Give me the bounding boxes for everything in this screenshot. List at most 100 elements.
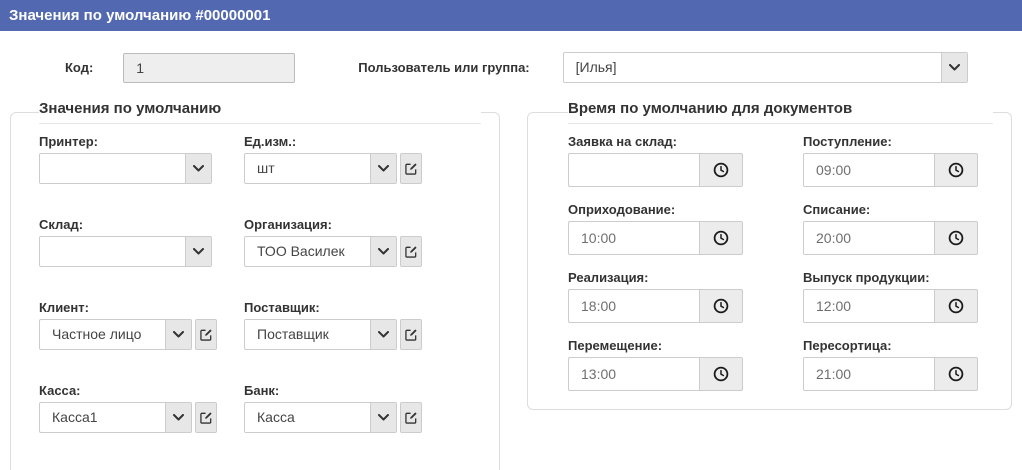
edit-pencil-icon — [404, 246, 417, 258]
cashbox-edit-button[interactable] — [195, 402, 217, 433]
capitalization-time-label: Оприходование: — [568, 202, 676, 217]
client-select-value: Частное лицо — [52, 326, 142, 342]
chevron-down-icon — [185, 237, 211, 266]
chevron-down-icon — [940, 53, 967, 82]
panels-container: Значения по умолчанию Принтер: Ед.изм.: — [0, 100, 1022, 470]
edit-pencil-icon — [404, 329, 417, 341]
client-select[interactable]: Частное лицо — [39, 319, 192, 350]
unit-select-value: шт — [257, 160, 275, 176]
regrading-time-input[interactable] — [803, 357, 935, 391]
bank-select-value: Касса — [257, 409, 295, 425]
capitalization-time-clock-button[interactable] — [699, 221, 743, 255]
capitalization-time-field: Оприходование: — [568, 202, 803, 255]
warehouse-request-time-input[interactable] — [568, 153, 700, 187]
clock-icon — [948, 298, 964, 314]
warehouse-label: Склад: — [39, 217, 84, 232]
client-field: Клиент: Частное лицо — [39, 300, 244, 350]
times-section: Время по умолчанию для документов Заявка… — [527, 100, 1012, 410]
clock-icon — [948, 366, 964, 382]
clock-icon — [713, 162, 729, 178]
supplier-field: Поставщик: Поставщик — [244, 300, 481, 350]
top-form-row: Код: Пользователь или группа: [Илья] — [0, 31, 1022, 83]
clock-icon — [713, 230, 729, 246]
supplier-label: Поставщик: — [244, 300, 320, 315]
chevron-down-icon — [370, 237, 396, 266]
receipt-time-label: Поступление: — [803, 134, 892, 149]
production-output-time-field: Выпуск продукции: — [803, 270, 993, 323]
window-title: Значения по умолчанию #00000001 — [0, 0, 1022, 31]
sale-time-input[interactable] — [568, 289, 700, 323]
clock-icon — [948, 162, 964, 178]
chevron-down-icon — [370, 154, 396, 183]
clock-icon — [713, 298, 729, 314]
warehouse-request-time-field: Заявка на склад: — [568, 134, 803, 187]
transfer-time-field: Перемещение: — [568, 338, 803, 391]
regrading-time-field: Пересортица: — [803, 338, 993, 391]
organization-label: Организация: — [244, 217, 332, 232]
unit-label: Ед.изм.: — [244, 134, 297, 149]
cashbox-select[interactable]: Касса1 — [39, 402, 192, 433]
defaults-section-legend: Значения по умолчанию — [39, 100, 481, 124]
warehouse-field: Склад: — [39, 217, 244, 267]
writeoff-time-label: Списание: — [803, 202, 871, 217]
unit-edit-button[interactable] — [400, 153, 422, 184]
chevron-down-icon — [165, 403, 191, 432]
production-output-time-label: Выпуск продукции: — [803, 270, 930, 285]
cashbox-label: Касса: — [39, 383, 81, 398]
client-label: Клиент: — [39, 300, 89, 315]
edit-pencil-icon — [404, 412, 417, 424]
code-input[interactable] — [123, 52, 296, 83]
user-or-group-select-value: [Илья] — [575, 59, 617, 75]
warehouse-select[interactable] — [39, 236, 212, 267]
bank-edit-button[interactable] — [400, 402, 422, 433]
printer-label: Принтер: — [39, 134, 98, 149]
times-section-legend: Время по умолчанию для документов — [568, 100, 993, 124]
clock-icon — [948, 230, 964, 246]
edit-pencil-icon — [404, 163, 417, 175]
organization-edit-button[interactable] — [400, 236, 422, 267]
user-or-group-select[interactable]: [Илья] — [562, 52, 968, 83]
organization-field: Организация: ТОО Василек — [244, 217, 481, 267]
sale-time-field: Реализация: — [568, 270, 803, 323]
writeoff-time-clock-button[interactable] — [934, 221, 978, 255]
cashbox-field: Касса: Касса1 — [39, 383, 244, 433]
receipt-time-input[interactable] — [803, 153, 935, 187]
production-output-time-input[interactable] — [803, 289, 935, 323]
unit-select[interactable]: шт — [244, 153, 397, 184]
production-output-time-clock-button[interactable] — [934, 289, 978, 323]
warehouse-request-time-clock-button[interactable] — [699, 153, 743, 187]
bank-select[interactable]: Касса — [244, 402, 397, 433]
client-edit-button[interactable] — [195, 319, 217, 350]
warehouse-select-value — [40, 237, 185, 266]
sale-time-clock-button[interactable] — [699, 289, 743, 323]
writeoff-time-input[interactable] — [803, 221, 935, 255]
chevron-down-icon — [165, 320, 191, 349]
edit-pencil-icon — [199, 329, 212, 341]
regrading-time-label: Пересортица: — [803, 338, 892, 353]
supplier-select[interactable]: Поставщик — [244, 319, 397, 350]
regrading-time-clock-button[interactable] — [934, 357, 978, 391]
chevron-down-icon — [185, 154, 211, 183]
receipt-time-field: Поступление: — [803, 134, 993, 187]
bank-label: Банк: — [244, 383, 280, 398]
receipt-time-clock-button[interactable] — [934, 153, 978, 187]
edit-pencil-icon — [199, 412, 212, 424]
transfer-time-input[interactable] — [568, 357, 700, 391]
user-or-group-label: Пользователь или группа: — [358, 60, 530, 75]
supplier-edit-button[interactable] — [400, 319, 422, 350]
unit-field: Ед.изм.: шт — [244, 134, 481, 184]
organization-select-value: ТОО Василек — [257, 243, 345, 259]
cashbox-select-value: Касса1 — [52, 409, 98, 425]
sale-time-label: Реализация: — [568, 270, 649, 285]
clock-icon — [713, 366, 729, 382]
printer-select[interactable] — [39, 153, 212, 184]
supplier-select-value: Поставщик — [257, 326, 329, 342]
warehouse-request-time-label: Заявка на склад: — [568, 134, 677, 149]
transfer-time-clock-button[interactable] — [699, 357, 743, 391]
chevron-down-icon — [370, 320, 396, 349]
organization-select[interactable]: ТОО Василек — [244, 236, 397, 267]
transfer-time-label: Перемещение: — [568, 338, 663, 353]
code-label: Код: — [65, 60, 94, 75]
printer-field: Принтер: — [39, 134, 244, 184]
capitalization-time-input[interactable] — [568, 221, 700, 255]
